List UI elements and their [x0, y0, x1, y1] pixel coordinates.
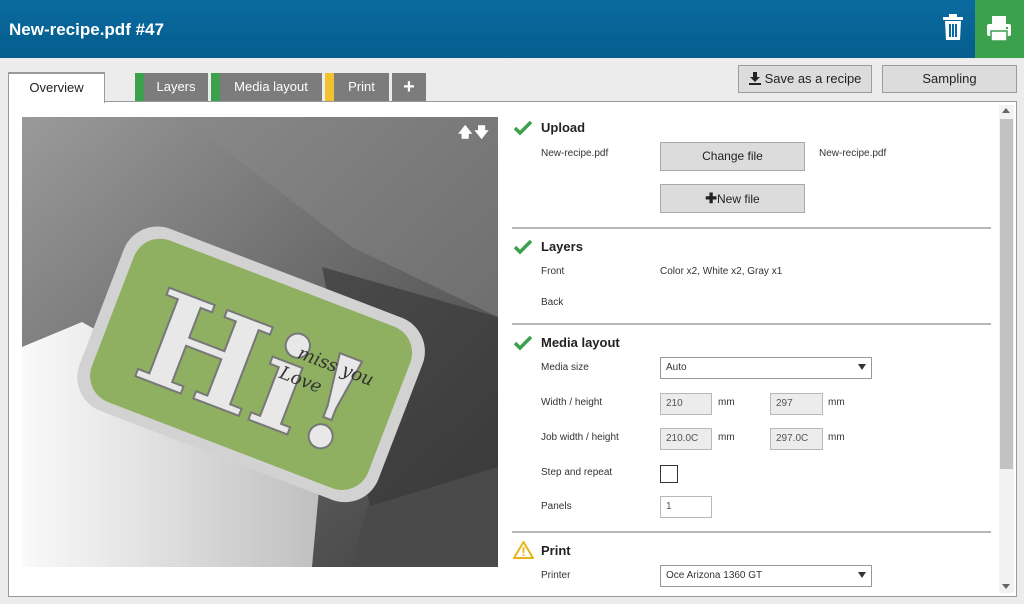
- upload-title: Upload: [541, 120, 586, 135]
- job-width-input[interactable]: 210.0C: [660, 428, 712, 450]
- tab-layers[interactable]: Layers: [135, 73, 208, 101]
- tab-media-layout-label: Media layout: [234, 79, 308, 94]
- warning-icon: [513, 541, 534, 559]
- height-unit: mm: [828, 397, 845, 408]
- width-height-label: Width / height: [541, 397, 603, 408]
- width-unit: mm: [718, 397, 735, 408]
- download-icon: [748, 72, 761, 85]
- printer-select[interactable]: Oce Arizona 1360 GT: [660, 565, 872, 587]
- tab-print-label: Print: [348, 79, 375, 94]
- app-header: New-recipe.pdf #47: [0, 0, 1024, 58]
- job-width-unit: mm: [718, 432, 735, 443]
- print-button[interactable]: [975, 0, 1024, 58]
- printer-value: Oce Arizona 1360 GT: [666, 570, 763, 581]
- chevron-down-icon: [858, 364, 866, 370]
- check-icon: [514, 239, 532, 255]
- panels-input[interactable]: 1: [660, 496, 712, 518]
- media-size-label: Media size: [541, 362, 589, 373]
- sampling-label: Sampling: [922, 71, 977, 86]
- height-input[interactable]: 297: [770, 393, 823, 415]
- tab-print[interactable]: Print: [325, 73, 389, 101]
- plus-icon: ✚: [705, 190, 718, 206]
- panels-label: Panels: [541, 501, 572, 512]
- printer-label: Printer: [541, 570, 571, 581]
- section-divider: [512, 531, 991, 533]
- upload-file-label: New-recipe.pdf: [541, 148, 609, 159]
- front-layers-value: Color x2, White x2, Gray x1: [660, 266, 783, 277]
- job-height-input[interactable]: 297.0C: [770, 428, 823, 450]
- current-file-name: New-recipe.pdf: [819, 148, 887, 159]
- scrollbar-thumb[interactable]: [1000, 119, 1013, 469]
- tab-overview[interactable]: Overview: [8, 72, 105, 103]
- new-file-button[interactable]: ✚New file: [660, 184, 805, 213]
- add-tab-button[interactable]: +: [392, 73, 426, 101]
- printer-icon: [987, 16, 1011, 42]
- tab-overview-label: Overview: [29, 80, 84, 95]
- scroll-down-icon[interactable]: [1002, 584, 1010, 589]
- save-as-recipe-label: Save as a recipe: [764, 71, 862, 86]
- media-layout-title: Media layout: [541, 335, 620, 350]
- step-and-repeat-label: Step and repeat: [541, 467, 613, 478]
- section-divider: [512, 323, 991, 325]
- width-input[interactable]: 210: [660, 393, 712, 415]
- check-icon: [514, 120, 532, 136]
- trash-icon[interactable]: [941, 14, 965, 40]
- front-label: Front: [541, 266, 565, 277]
- preview-image: Hi! miss you Love: [22, 117, 498, 567]
- save-as-recipe-button[interactable]: Save as a recipe: [738, 65, 872, 93]
- tab-layers-label: Layers: [156, 79, 196, 94]
- tab-status-stripe: [211, 73, 220, 101]
- back-label: Back: [541, 297, 564, 308]
- media-size-select[interactable]: Auto: [660, 357, 872, 379]
- new-file-label: New file: [717, 192, 760, 206]
- check-icon: [514, 335, 532, 351]
- section-divider: [512, 227, 991, 229]
- tab-status-stripe: [325, 73, 334, 101]
- change-file-button[interactable]: Change file: [660, 142, 805, 171]
- tab-status-stripe: [135, 73, 144, 101]
- tab-media-layout[interactable]: Media layout: [211, 73, 322, 101]
- change-file-label: Change file: [702, 149, 763, 163]
- step-and-repeat-checkbox[interactable]: [660, 465, 678, 483]
- scrollbar[interactable]: [999, 105, 1014, 593]
- sampling-button[interactable]: Sampling: [882, 65, 1017, 93]
- job-height-unit: mm: [828, 432, 845, 443]
- job-width-height-label: Job width / height: [541, 432, 619, 443]
- media-size-value: Auto: [666, 362, 687, 373]
- reorder-arrows-icon[interactable]: 🡅🡇: [458, 122, 491, 146]
- plus-icon: +: [403, 76, 415, 98]
- page-title: New-recipe.pdf #47: [9, 20, 164, 39]
- scroll-up-icon[interactable]: [1002, 108, 1010, 113]
- chevron-down-icon: [858, 572, 866, 578]
- print-title: Print: [541, 543, 571, 558]
- layers-title: Layers: [541, 239, 583, 254]
